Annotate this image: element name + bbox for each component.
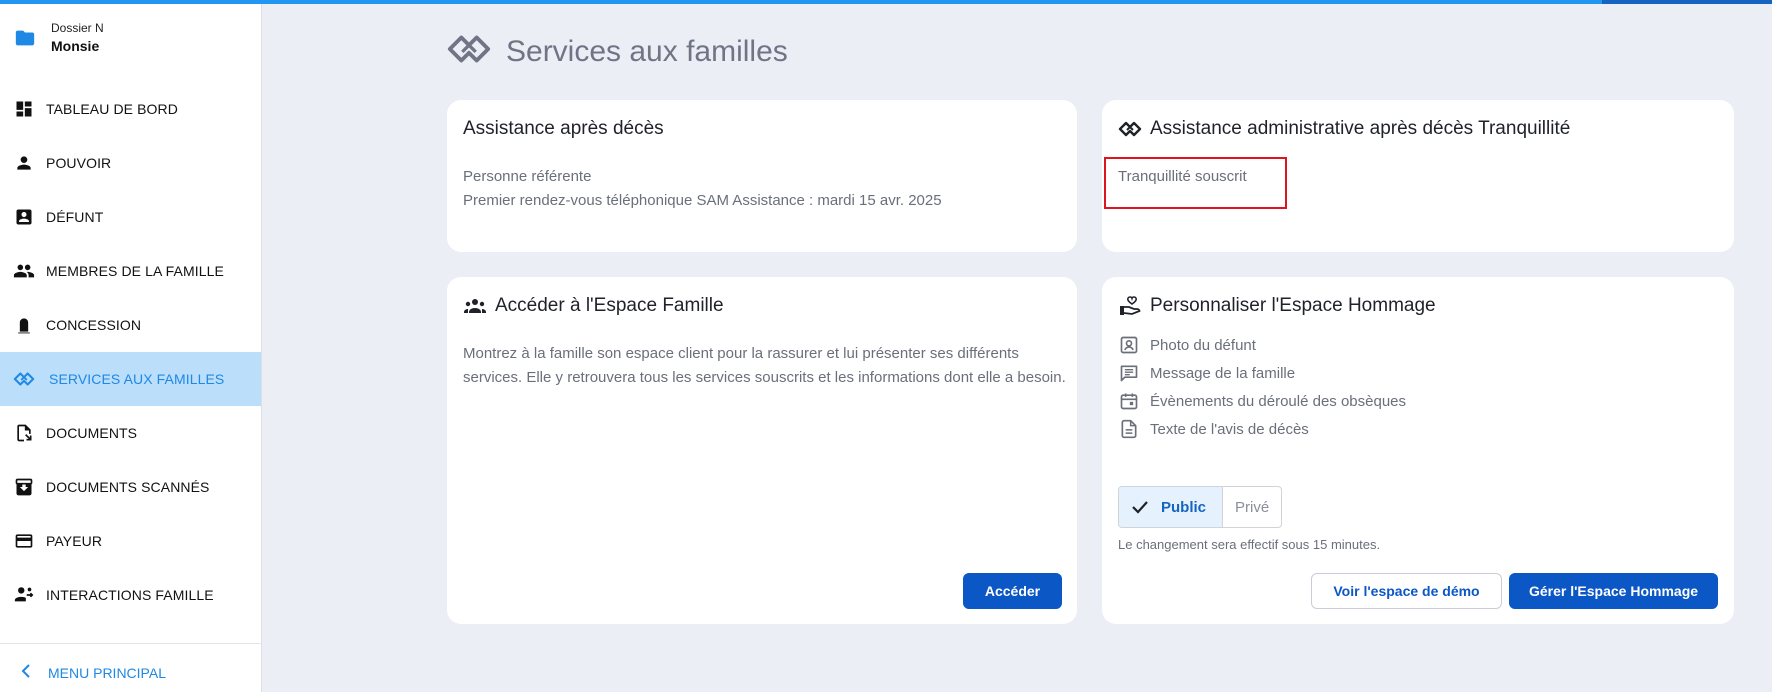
prive-label: Privé bbox=[1235, 498, 1270, 516]
sidebar-item-membres-de-la-famille[interactable]: MEMBRES DE LA FAMILLE bbox=[0, 244, 261, 298]
card-title: Assistance administrative après décès Tr… bbox=[1150, 118, 1571, 139]
assistance-apres-deces-card: Assistance après décès Personne référent… bbox=[447, 100, 1077, 252]
sidebar-item-label: DÉFUNT bbox=[46, 209, 104, 225]
feature-label: Texte de l'avis de décès bbox=[1150, 420, 1309, 438]
page-header: Services aux familles bbox=[446, 26, 788, 77]
feature-item: Évènements du déroulé des obsèques bbox=[1118, 390, 1406, 412]
card-title: Assistance après décès bbox=[463, 118, 664, 139]
tombstone-icon bbox=[13, 314, 35, 336]
card-header: Personnaliser l'Espace Hommage bbox=[1118, 294, 1436, 318]
referent-text: Personne référente bbox=[463, 168, 592, 185]
feature-item: Photo du défunt bbox=[1118, 334, 1256, 356]
sidebar-item-concession[interactable]: CONCESSION bbox=[0, 298, 261, 352]
card-header: Assistance administrative après décès Tr… bbox=[1118, 117, 1570, 141]
sidebar-item-label: TABLEAU DE BORD bbox=[46, 101, 178, 117]
card-title: Personnaliser l'Espace Hommage bbox=[1150, 295, 1436, 316]
sidebar-item-defunt[interactable]: DÉFUNT bbox=[0, 190, 261, 244]
message-icon bbox=[1118, 362, 1140, 384]
feature-label: Photo du défunt bbox=[1150, 336, 1256, 354]
top-progress-bar bbox=[0, 0, 1772, 4]
sidebar-item-label: PAYEUR bbox=[46, 533, 103, 549]
sidebar-item-payeur[interactable]: PAYEUR bbox=[0, 514, 261, 568]
contact-card-icon bbox=[13, 206, 35, 228]
credit-card-icon bbox=[13, 530, 35, 552]
sidebar-item-label: CONCESSION bbox=[46, 317, 142, 333]
sidebar-item-tableau-de-bord[interactable]: TABLEAU DE BORD bbox=[0, 82, 261, 136]
sidebar-item-interactions-famille[interactable]: INTERACTIONS FAMILLE bbox=[0, 568, 261, 622]
folder-icon bbox=[14, 27, 36, 49]
visibility-toggle: Public Privé bbox=[1118, 486, 1283, 528]
card-header: Accéder à l'Espace Famille bbox=[463, 294, 724, 318]
handshake-icon bbox=[13, 368, 35, 390]
prive-option[interactable]: Privé bbox=[1223, 487, 1281, 527]
sidebar-item-documents[interactable]: DOCUMENTS bbox=[0, 406, 261, 460]
sidebar-item-label: POUVOIR bbox=[46, 155, 112, 171]
sidebar-item-label: MEMBRES DE LA FAMILLE bbox=[46, 263, 224, 279]
feature-item: Texte de l'avis de décès bbox=[1118, 418, 1309, 440]
sidebar-item-label: SERVICES AUX FAMILLES bbox=[49, 371, 225, 387]
public-option[interactable]: Public bbox=[1119, 487, 1224, 527]
group-icon bbox=[463, 294, 487, 318]
feature-item: Message de la famille bbox=[1118, 362, 1295, 384]
sidebar-item-label: DOCUMENTS SCANNÉS bbox=[46, 479, 210, 495]
sidebar-item-pouvoir[interactable]: POUVOIR bbox=[0, 136, 261, 190]
hand-heart-icon bbox=[1118, 294, 1142, 318]
menu-principal-link[interactable]: MENU PRINCIPAL bbox=[20, 664, 166, 681]
feature-label: Évènements du déroulé des obsèques bbox=[1150, 392, 1407, 410]
public-label: Public bbox=[1161, 498, 1207, 516]
sidebar-item-label: DOCUMENTS bbox=[46, 425, 138, 441]
interaction-icon bbox=[13, 584, 35, 606]
acceder-button[interactable]: Accéder bbox=[963, 573, 1062, 609]
document-icon bbox=[1118, 418, 1140, 440]
chevron-left-icon bbox=[20, 664, 32, 681]
person-icon bbox=[13, 152, 35, 174]
page-title: Services aux familles bbox=[506, 34, 788, 68]
handshake-icon bbox=[1118, 117, 1142, 141]
card-description: Montrez à la famille son espace client p… bbox=[463, 345, 1066, 386]
dossier-name: Monsie bbox=[51, 38, 100, 54]
feature-label: Message de la famille bbox=[1150, 364, 1296, 382]
people-icon bbox=[13, 260, 35, 282]
appointment-text: Premier rendez-vous téléphonique SAM Ass… bbox=[463, 192, 942, 209]
top-progress-bar-end bbox=[1602, 0, 1772, 4]
voir-espace-demo-button[interactable]: Voir l'espace de démo bbox=[1311, 573, 1502, 609]
dossier-label: Dossier N bbox=[51, 21, 103, 35]
sidebar-item-services-aux-familles[interactable]: SERVICES AUX FAMILLES bbox=[0, 352, 261, 406]
espace-hommage-card: Personnaliser l'Espace Hommage Photo du … bbox=[1102, 277, 1734, 624]
sidebar-divider bbox=[0, 643, 261, 644]
card-title: Accéder à l'Espace Famille bbox=[495, 295, 724, 316]
highlight-box bbox=[1104, 157, 1287, 209]
check-icon bbox=[1131, 500, 1149, 514]
menu-principal-label: MENU PRINCIPAL bbox=[48, 664, 166, 681]
sidebar-item-label: INTERACTIONS FAMILLE bbox=[46, 587, 214, 603]
sidebar-nav: TABLEAU DE BORD POUVOIR DÉFUNT MEMBRES D… bbox=[0, 82, 261, 622]
visibility-note: Le changement sera effectif sous 15 minu… bbox=[1118, 537, 1381, 552]
gerer-espace-hommage-button[interactable]: Gérer l'Espace Hommage bbox=[1509, 573, 1718, 609]
sidebar-item-documents-scannes[interactable]: DOCUMENTS SCANNÉS bbox=[0, 460, 261, 514]
dossier-header[interactable]: Dossier N Monsie bbox=[14, 20, 103, 56]
document-icon bbox=[13, 422, 35, 444]
handshake-icon bbox=[446, 26, 492, 77]
calendar-icon bbox=[1118, 390, 1140, 412]
dashboard-icon bbox=[13, 98, 35, 120]
espace-famille-card: Accéder à l'Espace Famille Montrez à la … bbox=[447, 277, 1077, 624]
sidebar: Dossier N Monsie TABLEAU DE BORD POUVOIR… bbox=[0, 4, 262, 692]
portrait-icon bbox=[1118, 334, 1140, 356]
archive-icon bbox=[13, 476, 35, 498]
